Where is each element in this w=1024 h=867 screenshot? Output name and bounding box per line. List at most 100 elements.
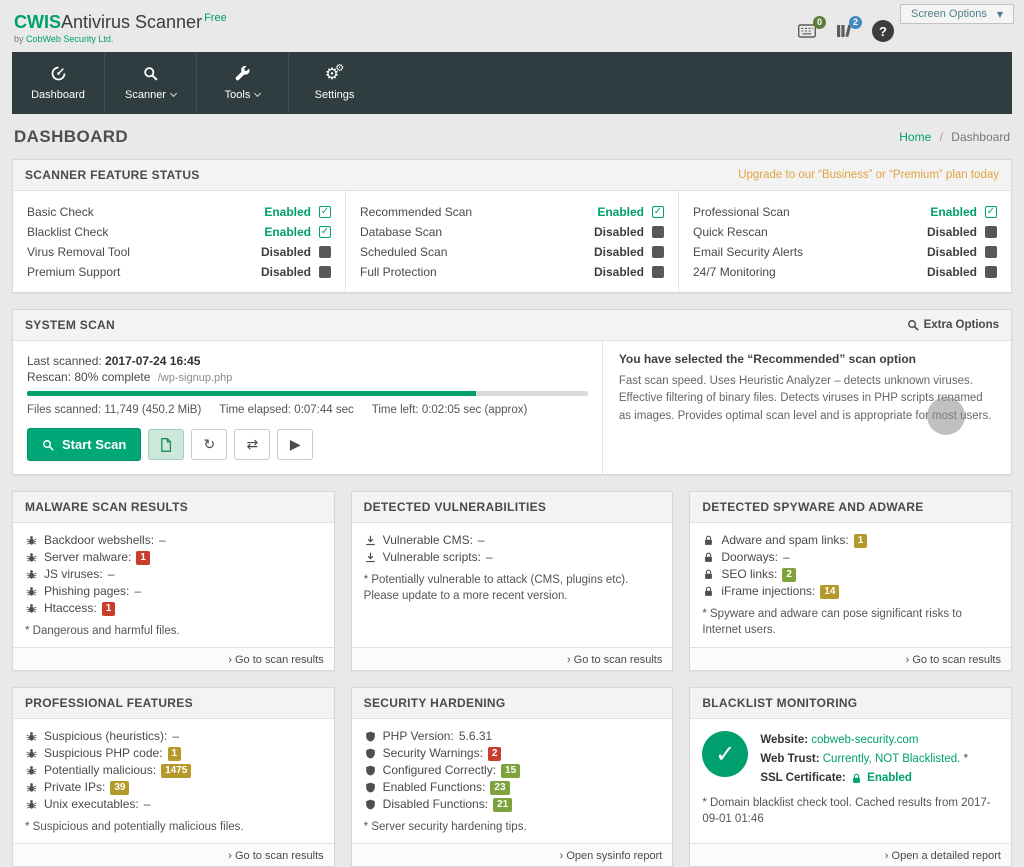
- item-label: Configured Correctly:: [382, 763, 497, 778]
- feature-status-text: Disabled: [593, 224, 644, 239]
- count-badge: 14: [820, 584, 840, 599]
- checkbox-off-icon: [652, 245, 664, 258]
- extra-options-button[interactable]: Extra Options: [907, 319, 999, 331]
- library-button[interactable]: 2: [836, 15, 862, 39]
- item-label: iFrame injections:: [721, 584, 816, 598]
- footer-link-security-hardening[interactable]: › Open sysinfo report: [560, 850, 663, 862]
- footer-link-detected-vulnerabilities[interactable]: › Go to scan results: [567, 654, 662, 666]
- card-item: Configured Correctly: 15: [364, 763, 661, 778]
- pagebar: DASHBOARD Home / Dashboard: [14, 127, 1010, 147]
- footer-link-blacklist-monitoring[interactable]: › Open a detailed report: [885, 850, 1001, 862]
- card-item: Private IPs: 39: [25, 780, 322, 795]
- card-title-bar: PROFESSIONAL FEATURES: [13, 688, 334, 720]
- download-icon: [364, 535, 377, 546]
- card-footer: › Open a detailed report: [690, 843, 1011, 867]
- refresh-scan-button[interactable]: ↻: [191, 429, 228, 460]
- plan-badge: Free: [204, 12, 227, 24]
- console-button[interactable]: 0: [798, 15, 826, 39]
- search-icon: [42, 439, 54, 451]
- card-detected-vulnerabilities: DETECTED VULNERABILITIES Vulnerable CMS: –…: [350, 491, 674, 672]
- card-body: Adware and spam links: 1 Doorways: – SEO lin…: [690, 523, 1011, 647]
- item-value: 5.6.31: [458, 729, 493, 744]
- card-item: Suspicious (heuristics): –: [25, 729, 322, 744]
- breadcrumb: Home / Dashboard: [899, 130, 1010, 144]
- item-label: Potentially malicious:: [44, 763, 157, 778]
- item-label: Suspicious (heuristics):: [44, 729, 168, 744]
- header-icons: 0 2 ?: [798, 15, 894, 42]
- count-badge: 2: [782, 567, 796, 582]
- console-icon: [798, 24, 816, 39]
- help-button[interactable]: ?: [872, 20, 894, 42]
- bug-icon: [25, 603, 38, 614]
- start-scan-label: Start Scan: [62, 437, 127, 452]
- card-item: iFrame injections: 14: [702, 584, 999, 599]
- cwis-dashboard-page: CWISAntivirus Scanner Free by CobWeb Secu…: [0, 0, 1024, 867]
- screen-options-toggle[interactable]: Screen Options ▼: [900, 4, 1014, 24]
- item-value: –: [783, 550, 790, 564]
- breadcrumb-home-link[interactable]: Home: [899, 130, 931, 144]
- restart-scan-button[interactable]: ⇄: [234, 429, 271, 460]
- card-footer: › Go to scan results: [13, 843, 334, 867]
- feature-label: Professional Scan: [693, 204, 790, 219]
- nav-item-label: Dashboard: [31, 89, 85, 101]
- item-value: –: [485, 550, 493, 564]
- card-note: * Potentially vulnerable to attack (CMS,…: [363, 574, 629, 603]
- nav-item-scanner[interactable]: Scanner: [104, 52, 196, 114]
- panel-title: SCANNER FEATURE STATUS: [25, 168, 200, 182]
- files-scanned: Files scanned: 11,749 (450.2 MiB): [27, 404, 202, 416]
- company-link[interactable]: CobWeb Security Ltd.: [26, 34, 113, 44]
- card-title-bar: SECURITY HARDENING: [351, 688, 673, 720]
- feature-status-text: Disabled: [926, 264, 977, 279]
- shield-icon: [364, 748, 377, 759]
- card-note: * Server security hardening tips.: [363, 821, 527, 834]
- scan-report-button[interactable]: [148, 429, 185, 460]
- item-value: –: [172, 729, 180, 744]
- breadcrumb-current: Dashboard: [951, 130, 1010, 144]
- restart-icon: ⇄: [246, 436, 259, 453]
- panel-title: SYSTEM SCAN: [25, 318, 115, 332]
- checkbox-checked-icon: ✓: [319, 225, 331, 238]
- nav-label-row: Tools: [225, 89, 262, 101]
- resume-scan-button[interactable]: ▶: [277, 429, 314, 460]
- checkbox-checked-icon: ✓: [319, 205, 331, 218]
- feature-row: Blacklist Check Enabled ✓: [27, 223, 331, 240]
- card-body: Vulnerable CMS: – Vulnerable scripts: – * Po…: [352, 523, 673, 647]
- lock-icon: [851, 773, 862, 784]
- feature-label: Recommended Scan: [360, 204, 473, 219]
- web-trust-label: Web Trust:: [760, 753, 820, 766]
- search-icon: [907, 319, 919, 331]
- count-badge: 23: [490, 780, 510, 795]
- card-footer: › Go to scan results: [351, 647, 673, 671]
- website-line: Website: cobweb-security.com: [760, 731, 968, 750]
- feature-status-text: Disabled: [260, 264, 311, 279]
- scan-stats: Files scanned: 11,749 (450.2 MiB) Time e…: [27, 404, 588, 416]
- panel-header: SYSTEM SCAN Extra Options: [13, 310, 1011, 341]
- item-label: Doorways:: [721, 550, 779, 564]
- nav-label-row: Dashboard: [31, 89, 85, 101]
- feature-row: Virus Removal Tool Disabled: [27, 243, 331, 260]
- card-item: Potentially malicious: 1475: [25, 763, 322, 778]
- bug-icon: [25, 748, 38, 759]
- nav-item-dashboard[interactable]: Dashboard: [12, 52, 104, 114]
- document-icon: [160, 437, 172, 452]
- nav-item-settings[interactable]: ⚙ ⚙ Settings: [288, 52, 380, 114]
- item-label: Adware and spam links:: [721, 533, 849, 547]
- upgrade-plan-link[interactable]: Upgrade to our “Business” or “Premium” p…: [738, 169, 999, 181]
- card-item: SEO links: 2: [702, 567, 999, 582]
- feature-row: 24/7 Monitoring Disabled: [693, 263, 997, 280]
- web-trust-value: Currently, NOT Blacklisted.: [822, 753, 961, 766]
- card-footer: › Go to scan results: [13, 647, 334, 671]
- nav-item-tools[interactable]: Tools: [196, 52, 288, 114]
- bug-icon: [25, 782, 38, 793]
- start-scan-button[interactable]: Start Scan: [27, 428, 142, 461]
- feature-row: Premium Support Disabled: [27, 263, 331, 280]
- chevron-down-icon: [254, 89, 262, 98]
- website-link[interactable]: cobweb-security.com: [811, 734, 918, 746]
- chevron-down-icon: ▼: [996, 9, 1003, 19]
- feature-status-text: Enabled: [930, 204, 977, 219]
- card-title: PROFESSIONAL FEATURES: [25, 696, 193, 711]
- footer-link-professional-features[interactable]: › Go to scan results: [228, 850, 323, 862]
- footer-link-detected-spyware-and-adware[interactable]: › Go to scan results: [906, 654, 1001, 666]
- shield-icon: [364, 799, 377, 810]
- footer-link-malware-scan-results[interactable]: › Go to scan results: [228, 654, 323, 666]
